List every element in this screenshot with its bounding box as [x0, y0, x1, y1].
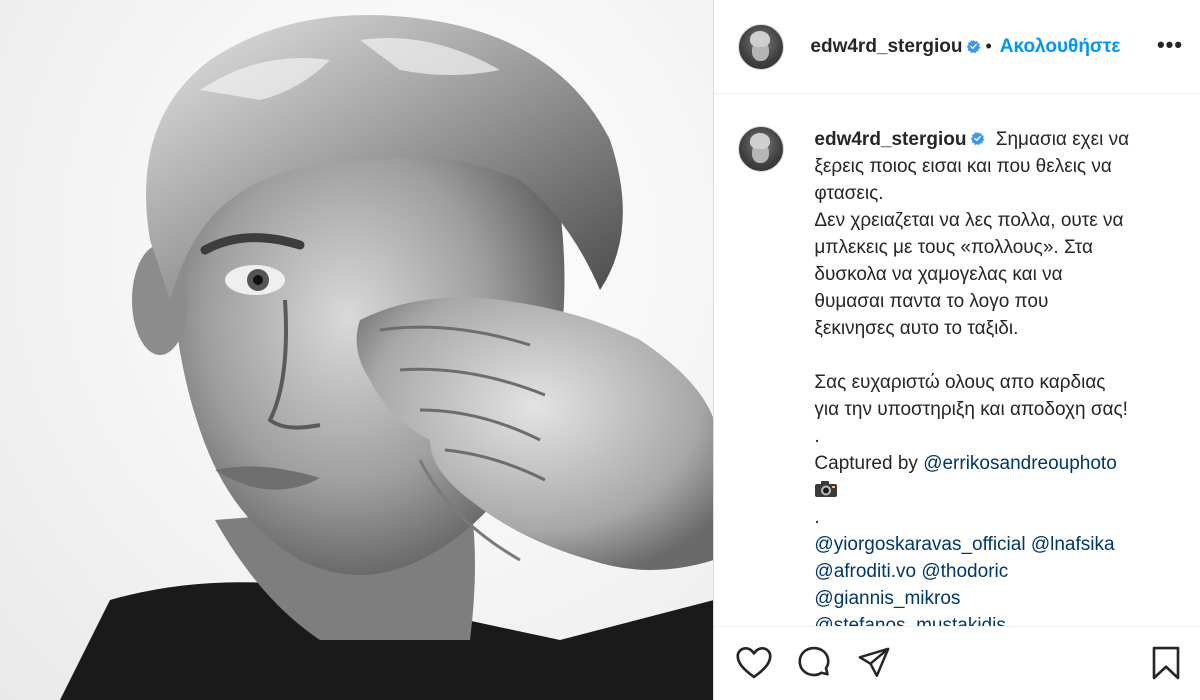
mention-link[interactable]: @afroditi.vo	[814, 561, 916, 582]
mention-link[interactable]: @giannis_mikros	[814, 588, 960, 609]
camera-icon	[815, 481, 838, 497]
instagram-post: edw4rd_stergiou • Ακολουθήστε ••• edw4rd…	[0, 0, 1200, 700]
mention-link[interactable]: @lnafsika	[1031, 534, 1115, 555]
caption-line: Σημασια εχει να	[995, 129, 1130, 150]
caption-line: .	[814, 426, 820, 447]
caption-text: edw4rd_stergiou Σημασια εχει να ξερεις π…	[814, 126, 1184, 626]
action-bar	[714, 626, 1200, 700]
mentions-line: @giannis_mikros	[814, 585, 1184, 612]
caption-line: .	[814, 507, 820, 528]
mention-link[interactable]: @thodoric	[921, 561, 1008, 582]
comments-section: edw4rd_stergiou Σημασια εχει να ξερεις π…	[714, 94, 1200, 626]
caption-line: θυμασαι παντα το λογο που	[814, 291, 1049, 312]
camera-line	[814, 477, 1184, 504]
share-button[interactable]	[854, 643, 894, 683]
verified-badge-icon	[971, 131, 986, 146]
mentions-line: @stefanos_mustakidis	[814, 612, 1184, 626]
header-username[interactable]: edw4rd_stergiou	[810, 36, 962, 58]
comment-button[interactable]	[794, 643, 834, 683]
avatar[interactable]	[738, 23, 785, 70]
caption-line: φτασεις.	[814, 183, 884, 204]
caption-avatar[interactable]	[738, 126, 785, 172]
post-side-panel: edw4rd_stergiou • Ακολουθήστε ••• edw4rd…	[714, 0, 1200, 700]
like-button[interactable]	[734, 643, 774, 683]
header-separator: •	[985, 36, 992, 56]
post-header: edw4rd_stergiou • Ακολουθήστε •••	[714, 0, 1200, 94]
post-photo[interactable]	[0, 0, 715, 700]
mention-link[interactable]: @stefanos_mustakidis	[814, 615, 1005, 626]
bookmark-icon	[1152, 646, 1180, 680]
save-button[interactable]	[1146, 643, 1186, 683]
mention-link[interactable]: @errikosandreouphoto	[923, 453, 1117, 474]
caption-row: edw4rd_stergiou Σημασια εχει να ξερεις π…	[714, 94, 1200, 626]
caption-line: ξερεις ποιος εισαι και που θελεις να	[814, 156, 1112, 177]
heart-icon	[736, 646, 772, 679]
follow-button[interactable]: Ακολουθήστε	[1000, 36, 1121, 58]
caption-username[interactable]: edw4rd_stergiou	[814, 129, 966, 150]
caption-line: ξεκινησες αυτο το ταξιδι.	[814, 318, 1019, 339]
caption-line	[814, 342, 1184, 369]
caption-line: Δεν χρειαζεται να λες πολλα, ουτε να	[814, 210, 1124, 231]
captured-by-label: Captured by	[814, 453, 924, 474]
caption-line: μπλεκεις με τους «πολλους». Στα	[814, 237, 1094, 258]
comment-icon	[798, 646, 830, 677]
caption-line: Σας ευχαριστώ ολους απο καρδιας	[814, 372, 1106, 393]
more-options-icon[interactable]: •••	[1156, 31, 1184, 59]
mentions-line: @afroditi.vo @thodoric	[814, 558, 1184, 585]
mentions-line: @yiorgoskaravas_official @lnafsika	[814, 531, 1184, 558]
captured-by-line: Captured by @errikosandreouphoto	[814, 450, 1184, 477]
portrait-illustration	[60, 15, 714, 700]
verified-badge-icon	[967, 39, 982, 54]
caption-line: δυσκολα να χαμογελας και να	[814, 264, 1063, 285]
share-icon	[859, 647, 890, 677]
mention-link[interactable]: @yiorgoskaravas_official	[814, 534, 1025, 555]
caption-line: για την υποστηριξη και αποδοχη σας!	[814, 399, 1128, 420]
